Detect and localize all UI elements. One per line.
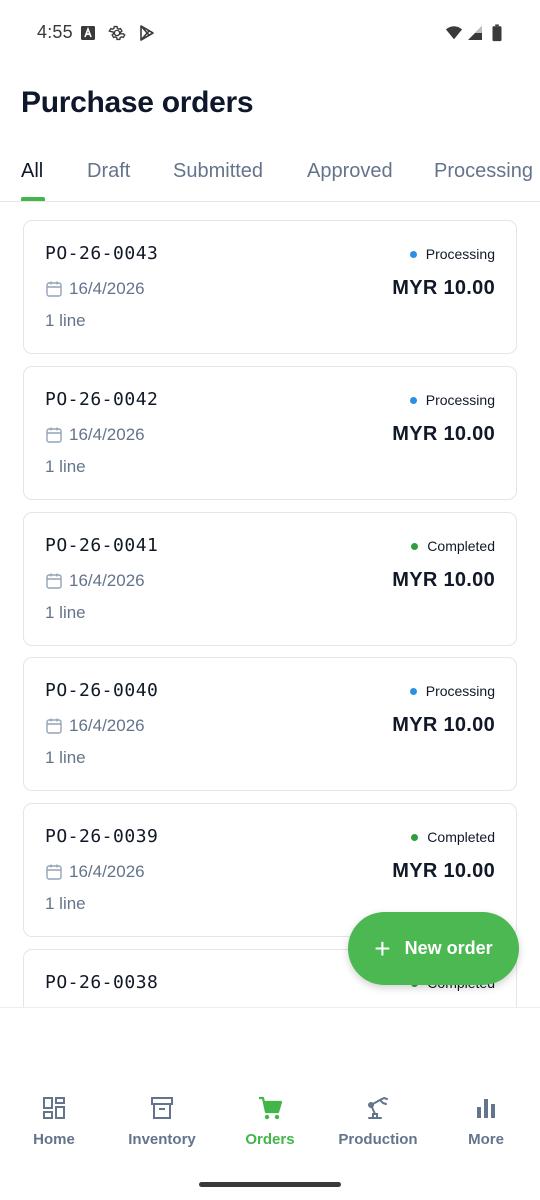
nav-label: Home (33, 1131, 75, 1148)
order-number: PO-26-0038 (45, 972, 159, 993)
calendar-icon (46, 427, 62, 443)
cell-signal-icon (465, 23, 485, 43)
settings-gear-icon (107, 23, 127, 43)
cart-icon (259, 1096, 283, 1120)
order-line-count: 1 line (45, 748, 86, 767)
nav-item-production[interactable]: Production (324, 1094, 432, 1164)
order-date-row: 16/4/2026 (45, 716, 145, 736)
order-amount: MYR 10.00 (392, 569, 495, 591)
order-number: PO-26-0043 (45, 243, 159, 264)
order-line-count: 1 line (45, 894, 86, 913)
status-badge: Processing (409, 683, 495, 699)
status-bar: 4:55 (0, 0, 540, 66)
play-store-icon (137, 23, 157, 43)
tab-approved[interactable]: Approved (307, 160, 393, 183)
calendar-icon (46, 864, 62, 880)
bottom-navigation: Home Inventory Orders Production More (0, 1007, 540, 1200)
nav-item-inventory[interactable]: Inventory (108, 1094, 216, 1164)
order-number: PO-26-0040 (45, 680, 159, 701)
order-date-row: 16/4/2026 (45, 279, 145, 299)
wifi-icon (444, 23, 464, 43)
status-badge: Completed (411, 538, 495, 554)
order-number: PO-26-0041 (45, 535, 159, 556)
order-number: PO-26-0039 (45, 826, 159, 847)
status-label: Processing (425, 246, 495, 262)
nav-item-home[interactable]: Home (0, 1094, 108, 1164)
dashboard-icon (43, 1097, 65, 1119)
status-label: Completed (427, 829, 495, 845)
order-line-count: 1 line (45, 311, 86, 330)
nav-label: Orders (245, 1131, 295, 1148)
order-date-row: 16/4/2026 (45, 862, 145, 882)
status-dot (409, 250, 417, 258)
order-card[interactable]: PO-26-0040 16/4/2026 1 line Processing M… (23, 657, 517, 791)
robot-arm-icon (368, 1097, 388, 1119)
status-label: Processing (425, 392, 495, 408)
order-line-count: 1 line (45, 603, 86, 622)
status-badge: Processing (409, 392, 495, 408)
status-dot (411, 833, 419, 841)
order-card[interactable]: PO-26-0042 16/4/2026 1 line Processing M… (23, 366, 517, 500)
new-order-label: New order (404, 938, 493, 958)
order-date: 16/4/2026 (69, 279, 145, 298)
order-date: 16/4/2026 (69, 425, 145, 444)
nav-label: Inventory (128, 1131, 196, 1148)
home-gesture-bar[interactable] (199, 1182, 341, 1187)
order-number: PO-26-0042 (45, 389, 159, 410)
order-amount: MYR 10.00 (392, 860, 495, 882)
new-order-button[interactable]: + New order (348, 912, 519, 985)
a-notification-icon (78, 23, 98, 43)
tab-all[interactable]: All (21, 160, 43, 183)
status-filter-tabs: All Draft Submitted Approved Processing (0, 150, 540, 202)
bar-chart-icon (477, 1099, 495, 1118)
archive-box-icon (151, 1097, 173, 1119)
active-tab-indicator (21, 197, 45, 201)
order-card[interactable]: PO-26-0041 16/4/2026 1 line Completed MY… (23, 512, 517, 646)
status-time: 4:55 (37, 22, 73, 42)
plus-icon: + (374, 932, 391, 964)
status-dot (411, 542, 419, 550)
calendar-icon (46, 573, 62, 589)
tab-processing[interactable]: Processing (434, 160, 533, 183)
status-dot (409, 396, 417, 404)
order-date: 16/4/2026 (69, 716, 145, 735)
nav-label: Production (338, 1131, 418, 1148)
order-amount: MYR 10.00 (392, 277, 495, 299)
order-line-count: 1 line (45, 457, 86, 476)
page-title: Purchase orders (21, 86, 254, 119)
nav-item-more[interactable]: More (432, 1094, 540, 1164)
nav-item-orders[interactable]: Orders (216, 1094, 324, 1164)
battery-icon (487, 23, 507, 43)
order-date: 16/4/2026 (69, 862, 145, 881)
calendar-icon (46, 281, 62, 297)
order-date-row: 16/4/2026 (45, 571, 145, 591)
order-amount: MYR 10.00 (392, 423, 495, 445)
status-label: Completed (427, 538, 495, 554)
status-badge: Completed (411, 829, 495, 845)
order-date: 16/4/2026 (69, 571, 145, 590)
order-amount: MYR 10.00 (392, 714, 495, 736)
calendar-icon (46, 718, 62, 734)
order-card[interactable]: PO-26-0043 16/4/2026 1 line Processing M… (23, 220, 517, 354)
tab-submitted[interactable]: Submitted (173, 160, 263, 183)
status-dot (409, 687, 417, 695)
tab-draft[interactable]: Draft (87, 160, 130, 183)
order-date-row: 16/4/2026 (45, 425, 145, 445)
purchase-order-list: PO-26-0043 16/4/2026 1 line Processing M… (0, 203, 540, 1007)
status-badge: Processing (409, 246, 495, 262)
nav-label: More (468, 1131, 504, 1148)
status-label: Processing (425, 683, 495, 699)
